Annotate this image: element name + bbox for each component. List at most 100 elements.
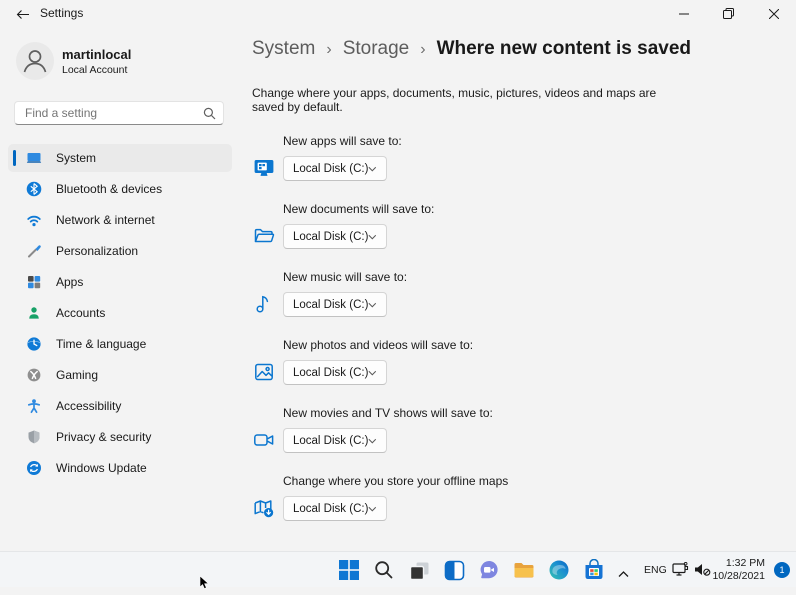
task-view-button[interactable] — [407, 558, 431, 582]
tray-overflow-button[interactable] — [618, 565, 629, 583]
breadcrumb-system[interactable]: System — [252, 38, 315, 60]
start-button[interactable] — [337, 558, 361, 582]
sidebar-item-network-internet[interactable]: Network & internet — [8, 206, 232, 234]
dropdown-value: Local Disk (C:) — [293, 231, 368, 243]
store-icon — [583, 559, 605, 581]
sidebar-item-label: Personalization — [56, 244, 138, 258]
sidebar-item-label: Accessibility — [56, 399, 121, 413]
notification-badge[interactable]: 1 — [774, 562, 790, 578]
sidebar-item-accounts[interactable]: Accounts — [8, 299, 232, 327]
sidebar-item-label: Network & internet — [56, 213, 155, 227]
page-description: Change where your apps, documents, music… — [252, 86, 657, 114]
chevron-down-icon — [368, 506, 377, 512]
sidebar-item-gaming[interactable]: Gaming — [8, 361, 232, 389]
apps-grid-icon — [26, 274, 42, 290]
dropdown-value: Local Disk (C:) — [293, 367, 368, 379]
mouse-cursor — [200, 576, 211, 595]
new-documents-drive-dropdown[interactable]: Local Disk (C:) — [283, 224, 387, 249]
sidebar-item-apps[interactable]: Apps — [8, 268, 232, 296]
tray-date: 10/28/2021 — [712, 570, 765, 583]
sidebar-item-label: Apps — [56, 275, 83, 289]
file-explorer-button[interactable] — [512, 558, 536, 582]
person-icon — [16, 42, 54, 80]
back-button[interactable] — [10, 2, 36, 26]
sidebar-item-windows-update[interactable]: Windows Update — [8, 454, 232, 482]
sidebar-item-label: System — [56, 151, 96, 165]
section-new-photos-videos: New photos and videos will save to: Loca… — [252, 338, 672, 388]
bluetooth-icon — [26, 181, 42, 197]
dropdown-value: Local Disk (C:) — [293, 299, 368, 311]
window-title: Settings — [40, 6, 83, 20]
edge-button[interactable] — [547, 558, 571, 582]
close-icon — [769, 9, 779, 19]
chevron-down-icon — [368, 166, 377, 172]
section-new-documents: New documents will save to: Local Disk (… — [252, 202, 672, 252]
offline-maps-icon — [253, 497, 275, 519]
dropdown-value: Local Disk (C:) — [293, 163, 368, 175]
new-music-drive-dropdown[interactable]: Local Disk (C:) — [283, 292, 387, 317]
restore-button[interactable] — [706, 0, 751, 27]
widgets-button[interactable] — [442, 558, 466, 582]
store-button[interactable] — [582, 558, 606, 582]
chevron-down-icon — [368, 302, 377, 308]
new-movies-drive-dropdown[interactable]: Local Disk (C:) — [283, 428, 387, 453]
avatar[interactable] — [16, 42, 54, 80]
search-box[interactable] — [14, 101, 224, 125]
edge-icon — [548, 559, 570, 581]
sidebar-item-label: Time & language — [56, 337, 146, 351]
sidebar-item-system[interactable]: System — [8, 144, 232, 172]
chat-button[interactable] — [477, 558, 501, 582]
new-apps-drive-dropdown[interactable]: Local Disk (C:) — [283, 156, 387, 181]
sidebar-item-bluetooth-devices[interactable]: Bluetooth & devices — [8, 175, 232, 203]
breadcrumb-storage[interactable]: Storage — [343, 38, 410, 60]
shield-icon — [26, 429, 42, 445]
new-photos-drive-dropdown[interactable]: Local Disk (C:) — [283, 360, 387, 385]
taskbar: ENG 1:32 PM 10/28/2021 1 — [0, 551, 796, 587]
sidebar-item-privacy-security[interactable]: Privacy & security — [8, 423, 232, 451]
clock[interactable]: 1:32 PM 10/28/2021 — [712, 557, 765, 583]
search-icon — [374, 560, 394, 580]
sidebar-item-personalization[interactable]: Personalization — [8, 237, 232, 265]
section-label: New movies and TV shows will save to: — [283, 406, 493, 420]
update-sync-icon — [26, 460, 42, 476]
sidebar-item-label: Bluetooth & devices — [56, 182, 162, 196]
task-view-icon — [409, 560, 430, 581]
chevron-down-icon — [368, 234, 377, 240]
chevron-right-icon: › — [420, 41, 425, 59]
back-arrow-icon — [16, 9, 30, 20]
taskbar-search-button[interactable] — [372, 558, 396, 582]
language-indicator[interactable]: ENG — [644, 564, 667, 576]
widgets-icon — [444, 560, 465, 581]
offline-maps-drive-dropdown[interactable]: Local Disk (C:) — [283, 496, 387, 521]
minimize-icon — [679, 9, 689, 19]
dropdown-value: Local Disk (C:) — [293, 503, 368, 515]
accessibility-person-icon — [26, 398, 42, 414]
close-button[interactable] — [751, 0, 796, 27]
section-label: New apps will save to: — [283, 134, 402, 148]
paintbrush-icon — [26, 243, 42, 259]
xbox-icon — [26, 367, 42, 383]
network-tray-icon[interactable] — [672, 562, 689, 582]
photos-icon — [253, 361, 275, 383]
sidebar-item-label: Windows Update — [56, 461, 147, 475]
file-explorer-icon — [513, 559, 535, 581]
volume-mute-icon[interactable] — [694, 562, 711, 582]
section-label: New music will save to: — [283, 270, 407, 284]
user-account-type: Local Account — [62, 64, 127, 76]
section-new-movies-tv: New movies and TV shows will save to: Lo… — [252, 406, 672, 456]
chevron-down-icon — [368, 370, 377, 376]
sidebar-item-time-language[interactable]: Time & language — [8, 330, 232, 358]
search-input[interactable] — [15, 102, 193, 124]
chevron-up-icon — [618, 571, 629, 578]
section-new-apps: New apps will save to: Local Disk (C:) — [252, 134, 672, 184]
sidebar-item-accessibility[interactable]: Accessibility — [8, 392, 232, 420]
system-icon — [26, 150, 42, 166]
minimize-button[interactable] — [661, 0, 706, 27]
dropdown-value: Local Disk (C:) — [293, 435, 368, 447]
section-label: New photos and videos will save to: — [283, 338, 473, 352]
wifi-icon — [26, 212, 42, 228]
restore-icon — [723, 8, 734, 19]
section-offline-maps: Change where you store your offline maps… — [252, 474, 672, 524]
sidebar-item-label: Accounts — [56, 306, 105, 320]
user-name: martinlocal — [62, 47, 131, 62]
